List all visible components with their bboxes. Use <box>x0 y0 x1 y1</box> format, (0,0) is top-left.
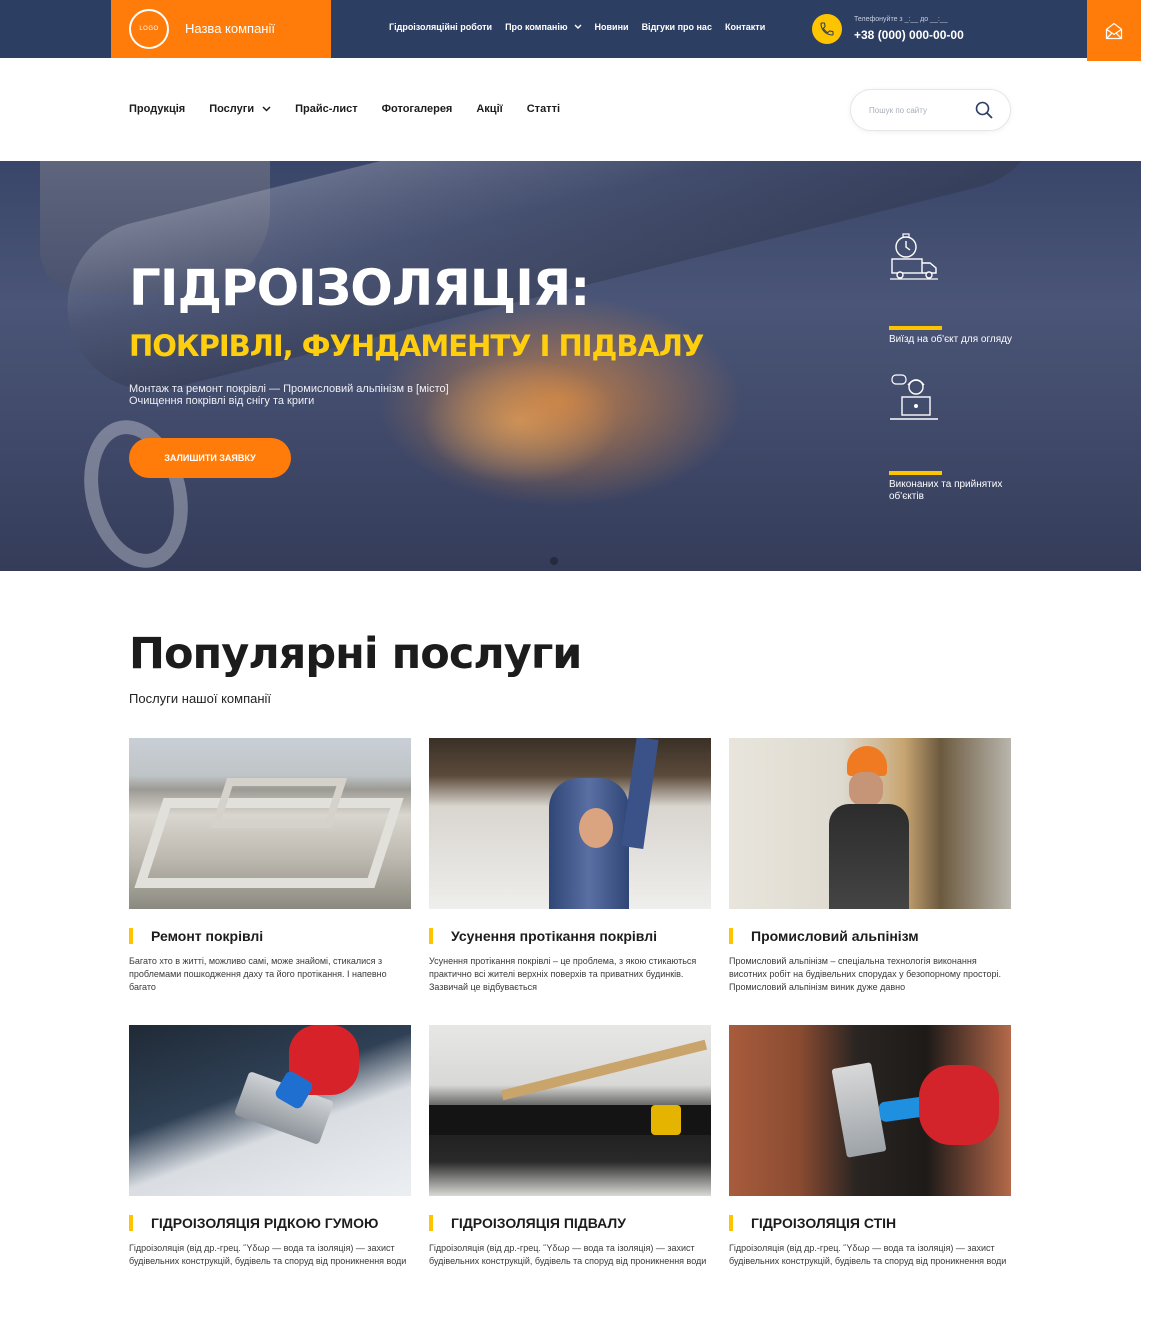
service-image-basement <box>429 1025 711 1196</box>
service-description: Промисловий альпінізм – спеціальна техно… <box>729 956 1002 992</box>
service-description: Гідроізоляція (від др.-грец. Ὕδωρ — вода… <box>429 1243 707 1266</box>
service-image-walls <box>729 1025 1011 1196</box>
nav-item-pricelist[interactable]: Прайс-лист <box>295 103 358 115</box>
service-title: Ремонт покрівлі <box>129 928 263 944</box>
topnav-item-contacts[interactable]: Контакти <box>725 22 765 32</box>
topnav-label: Новини <box>594 22 629 32</box>
service-card[interactable]: Ремонт покрівлі Багато хто в житті, можл… <box>129 738 411 992</box>
search-button[interactable] <box>974 100 994 120</box>
hero-background-roll-end <box>69 409 203 571</box>
main-nav: Продукція Послуги Прайс-лист Фотогалерея… <box>129 103 560 115</box>
service-title: Промисловий альпінізм <box>729 928 919 944</box>
hero-banner: ГІДРОІЗОЛЯЦІЯ: ПОКРІВЛІ, ФУНДАМЕНТУ І ПІ… <box>0 161 1141 571</box>
nav-label: Фотогалерея <box>381 103 453 115</box>
company-name[interactable]: Назва компанії <box>185 21 275 36</box>
service-card[interactable]: ГІДРОІЗОЛЯЦІЯ РІДКОЮ ГУМОЮ Гідроізоляція… <box>129 1025 411 1266</box>
topnav-label: Відгуки про нас <box>641 22 712 32</box>
service-description: Багато хто в житті, можливо самі, може з… <box>129 956 387 992</box>
topnav-label: Гідроізоляційні роботи <box>389 22 493 32</box>
search-icon <box>975 101 993 119</box>
mail-icon <box>1105 22 1123 39</box>
topnav-item-news[interactable]: Новини <box>595 22 629 32</box>
service-image-roof-leak <box>429 738 711 909</box>
feature-accent-bar <box>889 326 942 330</box>
search-input[interactable] <box>869 101 969 119</box>
service-card[interactable]: ГІДРОІЗОЛЯЦІЯ ПІДВАЛУ Гідроізоляція (від… <box>429 1025 711 1266</box>
nav-item-services[interactable]: Послуги <box>209 103 271 115</box>
service-image-liquid-rubber <box>129 1025 411 1196</box>
services-title: Популярні послуги <box>129 629 582 679</box>
search-box <box>850 89 1011 131</box>
nav-item-articles[interactable]: Статті <box>527 103 560 115</box>
nav-item-products[interactable]: Продукція <box>129 103 185 115</box>
feature-accent-bar <box>889 471 942 475</box>
topnav-label: Про компанію <box>505 22 568 32</box>
mail-button[interactable] <box>1087 0 1141 61</box>
service-image-foundation <box>129 738 411 909</box>
hero-title: ГІДРОІЗОЛЯЦІЯ: <box>129 259 590 317</box>
service-title: ГІДРОІЗОЛЯЦІЯ РІДКОЮ ГУМОЮ <box>129 1215 378 1231</box>
service-title: ГІДРОІЗОЛЯЦІЯ ПІДВАЛУ <box>429 1215 626 1231</box>
scroll-indicator[interactable] <box>550 557 558 565</box>
phone-icon[interactable] <box>812 14 842 44</box>
services-subtitle: Послуги нашої компанії <box>129 691 272 706</box>
service-card[interactable]: Промисловий альпінізм Промисловий альпін… <box>729 738 1011 992</box>
nav-label: Послуги <box>209 103 255 115</box>
nav-label: Продукція <box>129 103 186 115</box>
logo[interactable]: LOGO <box>129 9 169 49</box>
chevron-down-icon <box>574 24 582 29</box>
service-image-industrial-climbing <box>729 738 1011 909</box>
nav-item-gallery[interactable]: Фотогалерея <box>382 103 453 115</box>
nav-label: Прайс-лист <box>295 103 358 115</box>
logo-text: LOGO <box>139 26 159 32</box>
topnav-label: Контакти <box>724 22 766 32</box>
feature-text: Виїзд на об'єкт для огляду <box>889 334 1012 345</box>
service-description: Гідроізоляція (від др.-грец. Ὕδωρ — вода… <box>129 1243 407 1266</box>
leave-request-button[interactable]: ЗАЛИШИТИ ЗАЯВКУ <box>129 438 291 478</box>
top-nav: Гідроізоляційні роботи Про компанію Нови… <box>389 22 765 32</box>
feature-text: Виконаних та прийнятих об'єктів <box>889 479 1003 502</box>
topnav-item-waterproofing[interactable]: Гідроізоляційні роботи <box>389 22 492 32</box>
nav-label: Статті <box>526 103 561 115</box>
service-description: Гідроізоляція (від др.-грец. Ὕδωρ — вода… <box>729 1243 1007 1266</box>
consultant-icon <box>890 374 938 420</box>
hero-text-line: Очищення покрівлі від снігу та криги <box>129 395 315 407</box>
topnav-item-about[interactable]: Про компанію <box>505 22 582 32</box>
phone-number[interactable]: +38 (000) 000-00-00 <box>854 28 964 42</box>
truck-timer-icon <box>890 233 938 280</box>
top-bar: LOGO Назва компанії Гідроізоляційні робо… <box>0 0 1141 58</box>
hero-text-line: Монтаж та ремонт покрівлі — Промисловий … <box>129 383 449 395</box>
phone-hours: Телефонуйте з _:__ до __:__ <box>854 16 948 23</box>
service-title: ГІДРОІЗОЛЯЦІЯ СТІН <box>729 1215 896 1231</box>
service-card[interactable]: Усунення протікання покрівлі Усунення пр… <box>429 738 711 992</box>
topnav-item-reviews[interactable]: Відгуки про нас <box>642 22 712 32</box>
brand-block[interactable]: LOGO Назва компанії <box>111 0 331 58</box>
service-title: Усунення протікання покрівлі <box>429 928 657 944</box>
nav-item-promotions[interactable]: Акції <box>476 103 502 115</box>
hero-subtitle: ПОКРІВЛІ, ФУНДАМЕНТУ І ПІДВАЛУ <box>129 329 704 363</box>
service-card[interactable]: ГІДРОІЗОЛЯЦІЯ СТІН Гідроізоляція (від др… <box>729 1025 1011 1266</box>
nav-label: Акції <box>476 103 503 115</box>
service-description: Усунення протікання покрівлі – це пробле… <box>429 956 697 992</box>
chevron-down-icon <box>262 106 271 112</box>
